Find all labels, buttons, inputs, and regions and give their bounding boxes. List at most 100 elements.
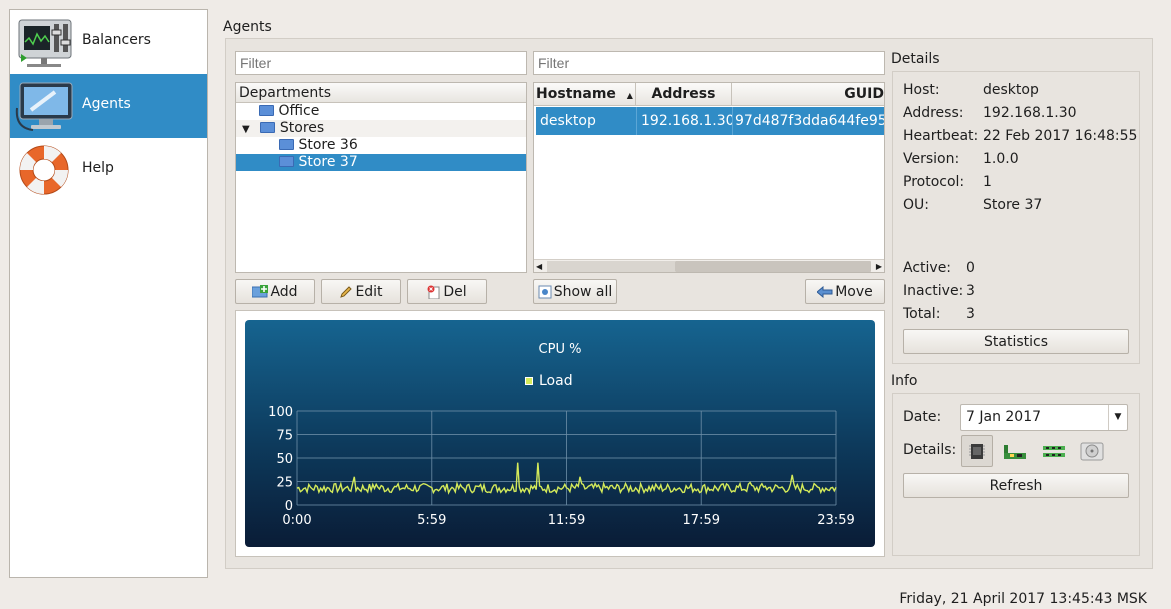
move-button-label: Move <box>835 283 873 300</box>
details-label: Details: <box>903 442 957 458</box>
department-filter-input[interactable] <box>235 51 527 75</box>
count-label: Inactive: <box>903 283 964 299</box>
sidebar-item-label: Help <box>82 160 114 176</box>
memory-detail-button[interactable] <box>1039 436 1069 466</box>
y-tick-label: 100 <box>268 405 293 420</box>
delete-button[interactable]: Del <box>407 279 487 304</box>
status-datetime: Friday, 21 April 2017 13:45:43 MSK <box>899 591 1147 607</box>
tree-item-store-36[interactable]: Store 36 <box>236 137 526 154</box>
edit-button[interactable]: Edit <box>321 279 401 304</box>
tree-item-store-37[interactable]: Store 37 <box>236 154 526 171</box>
add-folder-icon <box>252 285 269 298</box>
sidebar-item-help[interactable]: Help <box>10 138 207 202</box>
column-header-hostname[interactable]: Hostname ▲ <box>534 83 636 106</box>
monitor-icon <box>15 82 73 131</box>
add-button-label: Add <box>270 283 298 300</box>
detail-field-value: Store 37 <box>983 197 1043 213</box>
departments-header: Departments <box>236 83 526 103</box>
agents-title: Agents <box>223 19 272 35</box>
y-tick-label: 75 <box>276 429 293 444</box>
lifebuoy-icon <box>19 145 69 195</box>
cpu-chart: CPU % Load 100 75 50 25 0 0:00 5:59 11:59 17:59 2… <box>245 320 875 547</box>
delete-button-label: Del <box>443 283 467 300</box>
tree-item-label: Store 36 <box>298 137 358 153</box>
motherboard-icon <box>1004 445 1026 459</box>
motherboard-detail-button[interactable] <box>999 436 1029 466</box>
date-value: 7 Jan 2017 <box>966 409 1042 425</box>
sidebar-item-label: Agents <box>82 96 131 112</box>
scrollbar-thumb[interactable] <box>675 261 871 272</box>
expand-arrow-icon[interactable]: ▼ <box>242 121 256 138</box>
show-all-button[interactable]: Show all <box>533 279 617 304</box>
horizontal-scrollbar[interactable]: ◀ ▶ <box>534 259 884 272</box>
disk-detail-button[interactable] <box>1077 436 1107 466</box>
folder-icon <box>260 121 276 133</box>
sort-ascending-icon: ▲ <box>626 91 633 100</box>
tree-item-label: Store 37 <box>298 154 358 170</box>
pencil-icon <box>340 285 353 298</box>
count-value: 3 <box>966 306 975 322</box>
column-header-label: Hostname <box>536 86 616 102</box>
folder-icon <box>279 155 294 167</box>
show-all-button-label: Show all <box>553 283 613 300</box>
x-tick-label: 23:59 <box>817 513 854 528</box>
scroll-right-icon[interactable]: ▶ <box>876 260 882 272</box>
host-filter-input[interactable] <box>533 51 885 75</box>
add-button[interactable]: Add <box>235 279 315 304</box>
disk-icon <box>1080 442 1104 461</box>
folder-icon <box>279 138 294 150</box>
mixer-panel-icon <box>18 19 72 67</box>
date-picker[interactable]: 7 Jan 2017 ▼ <box>960 404 1128 431</box>
y-tick-label: 0 <box>285 499 293 514</box>
detail-field-label: Address: <box>903 105 964 121</box>
sidebar-item-agents[interactable]: Agents <box>10 74 207 138</box>
table-cell-hostname[interactable]: desktop <box>536 107 636 135</box>
column-header-guid[interactable]: GUID <box>732 83 884 106</box>
statistics-button[interactable]: Statistics <box>903 329 1129 354</box>
count-label: Active: <box>903 260 952 276</box>
table-cell-address[interactable]: 192.168.1.30 <box>636 107 732 135</box>
move-button[interactable]: Move <box>805 279 885 304</box>
refresh-button[interactable]: Refresh <box>903 473 1129 498</box>
x-tick-label: 0:00 <box>282 513 311 528</box>
tree-item-label: Stores <box>279 120 325 136</box>
date-label: Date: <box>903 409 942 425</box>
detail-field-value: desktop <box>983 82 1039 98</box>
sidebar-item-balancers[interactable]: Balancers <box>10 10 207 74</box>
cpu-detail-button[interactable] <box>961 435 993 467</box>
departments-tree[interactable]: Departments Office ▼ Stores Store 36 Sto… <box>235 82 527 273</box>
column-header-address[interactable]: Address <box>636 83 732 106</box>
count-value: 0 <box>966 260 975 276</box>
folder-icon <box>259 104 274 116</box>
sidebar: Balancers Agents Help <box>9 9 208 578</box>
detail-field-value: 192.168.1.30 <box>983 105 1077 121</box>
delete-document-icon <box>427 285 440 299</box>
scroll-left-icon[interactable]: ◀ <box>536 260 542 272</box>
tree-item-office[interactable]: Office <box>236 103 526 120</box>
y-tick-label: 25 <box>276 476 293 491</box>
cpu-icon <box>969 444 985 459</box>
detail-field-value: 1.0.0 <box>983 151 1019 167</box>
table-cell-guid[interactable]: 97d487f3dda644fe958 <box>732 107 884 135</box>
hosts-table[interactable]: Hostname ▲ Address GUID desktop 192.168.… <box>533 82 885 273</box>
details-title: Details <box>891 51 940 67</box>
move-arrow-icon <box>817 285 833 298</box>
count-label: Total: <box>903 306 941 322</box>
tree-item-label: Office <box>278 103 320 119</box>
show-all-icon <box>538 285 552 298</box>
count-value: 3 <box>966 283 975 299</box>
detail-field-value: 22 Feb 2017 16:48:55 <box>983 128 1138 144</box>
sidebar-item-label: Balancers <box>82 32 151 48</box>
memory-icon <box>1043 446 1065 457</box>
x-tick-label: 11:59 <box>548 513 585 528</box>
detail-field-value: 1 <box>983 174 992 190</box>
scrollbar-track[interactable] <box>547 261 675 272</box>
tree-item-stores[interactable]: ▼ Stores <box>236 120 526 137</box>
detail-field-label: Host: <box>903 82 940 98</box>
info-title: Info <box>891 373 918 389</box>
detail-field-label: Protocol: <box>903 174 965 190</box>
x-tick-label: 17:59 <box>683 513 720 528</box>
chevron-down-icon[interactable]: ▼ <box>1108 405 1127 430</box>
detail-field-label: OU: <box>903 197 929 213</box>
detail-field-label: Heartbeat: <box>903 128 979 144</box>
